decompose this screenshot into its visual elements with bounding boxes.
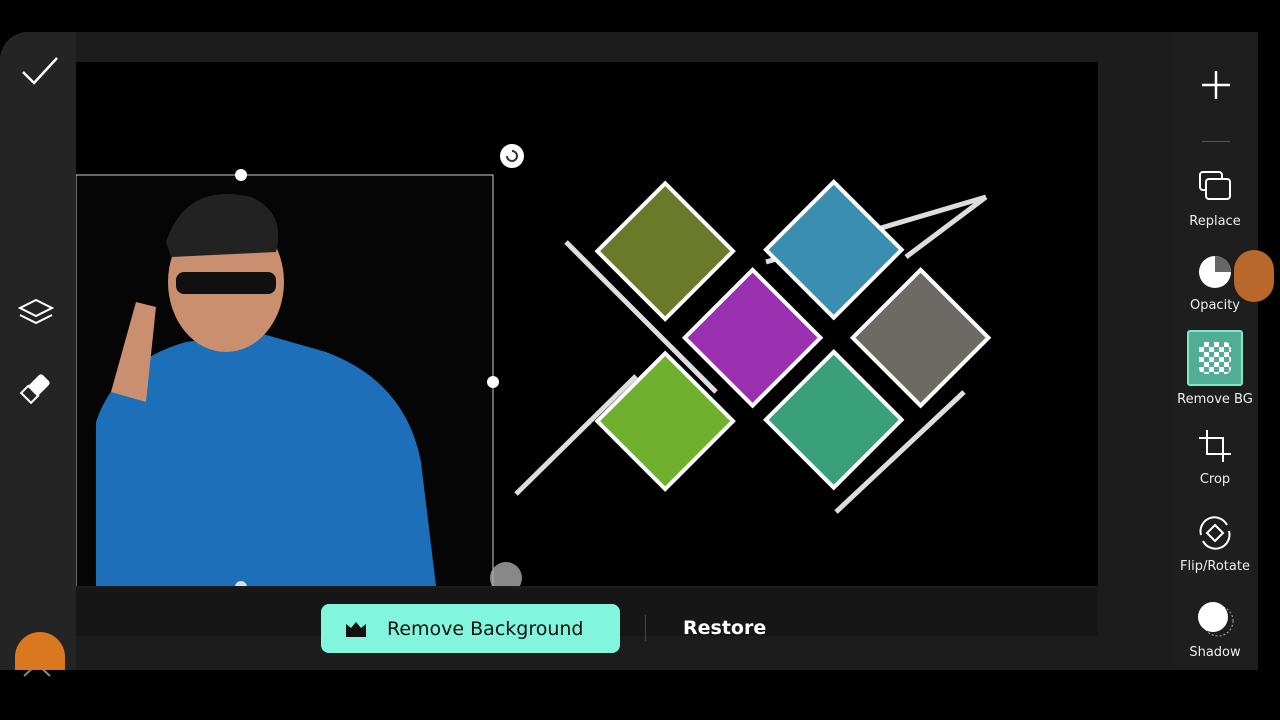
resize-handle-right[interactable]	[487, 376, 499, 388]
tool-replace[interactable]: Replace	[1172, 168, 1258, 229]
tool-remove-bg[interactable]: Remove BG	[1172, 330, 1258, 407]
flip-rotate-icon	[1199, 516, 1231, 550]
collage-photo-4[interactable]	[849, 267, 992, 409]
person-photo[interactable]	[76, 174, 493, 586]
resize-handle-top[interactable]	[235, 169, 247, 181]
eraser-icon[interactable]	[18, 370, 54, 406]
layers-icon[interactable]	[18, 297, 54, 329]
tool-label: Flip/Rotate	[1180, 559, 1250, 574]
replace-icon	[1199, 171, 1231, 200]
left-toolbar	[0, 32, 76, 677]
right-toolbar: Replace Opacity Remove BG Crop Flip/Rota…	[1172, 32, 1274, 670]
tool-crop[interactable]: Crop	[1172, 426, 1258, 487]
collage-photo-1[interactable]	[594, 180, 736, 322]
color-picker-dot[interactable]	[1234, 250, 1274, 302]
canvas[interactable]	[76, 62, 1098, 586]
remove-bg-icon	[1187, 330, 1243, 386]
tool-label: Remove BG	[1177, 392, 1253, 407]
tool-flip-rotate[interactable]: Flip/Rotate	[1172, 513, 1258, 574]
opacity-icon	[1199, 256, 1231, 288]
divider	[645, 615, 646, 641]
rotate-handle-icon[interactable]	[500, 144, 524, 168]
divider	[1202, 141, 1230, 142]
remove-background-label: Remove Background	[387, 617, 584, 640]
canvas-art	[76, 144, 992, 586]
tool-label: Crop	[1199, 472, 1231, 487]
shadow-icon	[1198, 602, 1234, 637]
tool-shadow[interactable]: Shadow	[1172, 599, 1258, 660]
restore-button[interactable]: Restore	[683, 617, 766, 639]
tool-label: Replace	[1189, 214, 1241, 229]
plus-icon[interactable]	[1200, 69, 1232, 101]
touch-indicator	[490, 562, 522, 586]
collage-photo-5[interactable]	[594, 350, 736, 492]
check-icon[interactable]	[20, 54, 60, 88]
crop-icon	[1199, 430, 1231, 462]
crown-icon	[346, 621, 366, 637]
brush-avatar[interactable]	[15, 632, 65, 670]
tool-label: Opacity	[1189, 298, 1240, 313]
collage-photo-2[interactable]	[763, 179, 905, 321]
remove-background-button[interactable]: Remove Background	[321, 604, 620, 653]
tool-label: Shadow	[1189, 645, 1241, 660]
